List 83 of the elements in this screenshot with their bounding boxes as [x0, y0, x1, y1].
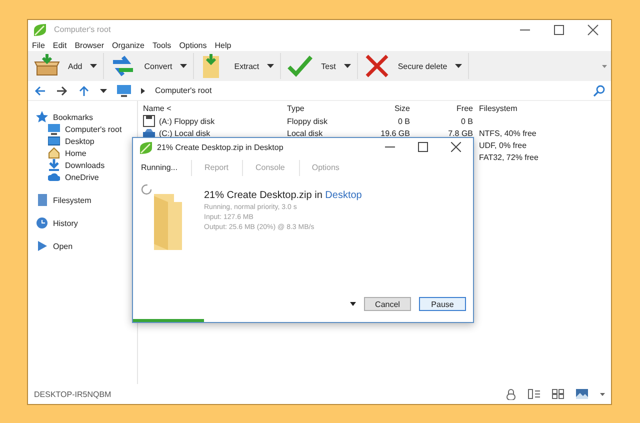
column-header[interactable]: Size	[344, 104, 413, 112]
sidebar-item[interactable]: Computer's root	[48, 123, 122, 135]
sidebar-item[interactable]: History	[36, 217, 78, 229]
close-icon[interactable]	[451, 142, 461, 152]
menu-item[interactable]: Browser	[74, 40, 104, 50]
sidebar-item[interactable]: Open	[36, 240, 73, 252]
file-name[interactable]: (A:) Floppy disk	[138, 115, 284, 127]
sidebar-item[interactable]: Downloads	[48, 159, 105, 171]
close-icon[interactable]	[587, 24, 599, 36]
sidebar-item[interactable]: Bookmarks	[36, 111, 94, 123]
menu-item[interactable]: Organize	[112, 40, 144, 50]
table-cell-text: 0 B	[396, 116, 411, 126]
chevron-icon	[141, 88, 145, 94]
table-cell-text: FAT32, 72% free	[478, 152, 540, 162]
sidebar-item[interactable]: Home	[48, 147, 86, 159]
dropdown-caret-icon[interactable]	[344, 64, 351, 68]
dropdown-caret-icon[interactable]	[455, 64, 462, 68]
picture-view-icon[interactable]	[576, 389, 588, 399]
clock-icon	[36, 217, 48, 229]
table-cell-text: NTFS, 40% free	[478, 128, 538, 138]
maximize-icon[interactable]	[418, 142, 428, 152]
forward-arrow-icon[interactable]	[56, 84, 68, 96]
cloud-icon	[48, 171, 60, 183]
checkmark-icon	[287, 53, 314, 79]
file-name[interactable]: (C:) Local disk	[138, 127, 284, 139]
sidebar-item[interactable]: Desktop	[48, 135, 94, 147]
cross-icon	[364, 53, 390, 79]
dropdown-caret-icon[interactable]	[90, 64, 98, 68]
details-view-icon[interactable]	[528, 389, 540, 399]
table-cell-text: 19.6 GB	[380, 128, 411, 138]
menu-item[interactable]: Options	[179, 40, 207, 50]
computer-icon	[117, 84, 131, 96]
table-cell-text: Floppy disk	[286, 116, 328, 126]
column-header[interactable]: Free	[413, 104, 476, 112]
breadcrumb-item[interactable]: Computer's root	[155, 86, 212, 95]
tiles-view-icon[interactable]	[552, 389, 564, 399]
house-icon	[48, 147, 60, 159]
toolbar-button[interactable]: Test	[285, 53, 338, 79]
play-icon	[36, 240, 48, 252]
up-arrow-icon[interactable]	[78, 84, 90, 96]
column-header[interactable]: Name <	[138, 104, 284, 112]
dialog-title: 21% Create Desktop.zip in Desktop	[157, 142, 284, 152]
spinner-icon	[141, 184, 152, 195]
lock-icon[interactable]	[506, 388, 516, 400]
dialog-button[interactable]: Cancel	[364, 297, 411, 311]
app-logo-icon	[138, 140, 152, 154]
dropdown-caret-icon[interactable]	[267, 64, 274, 68]
toolbar-button[interactable]: Add	[32, 53, 84, 79]
drive-icon	[36, 194, 48, 206]
sidebar-item[interactable]: OneDrive	[48, 171, 99, 183]
window-title: Computer's root	[54, 25, 111, 34]
toolbar-button[interactable]: Extract	[198, 53, 262, 79]
dropdown-caret-icon[interactable]	[350, 302, 356, 306]
table-cell-text: 0 B	[460, 116, 474, 126]
download-icon	[48, 159, 60, 171]
folder-icon	[154, 194, 182, 250]
menu-item[interactable]: Tools	[152, 40, 172, 50]
dropdown-caret-icon[interactable]	[180, 64, 188, 68]
column-header[interactable]: Filesystem	[476, 104, 556, 112]
table-cell-text: 7.8 GB	[447, 128, 474, 138]
toolbar-overflow-icon[interactable]	[602, 64, 607, 68]
task-heading: 21% Create Desktop.zip in Desktop	[204, 190, 362, 201]
toolbar-button[interactable]: Convert	[108, 53, 174, 79]
maximize-icon[interactable]	[553, 24, 565, 36]
menu-item[interactable]: Help	[214, 40, 232, 50]
status-text: DESKTOP-IR5NQBM	[34, 390, 112, 398]
column-header[interactable]: Type	[284, 104, 344, 112]
dialog-button[interactable]: Pause	[419, 297, 466, 311]
toolbar-button[interactable]: Secure delete	[362, 53, 450, 79]
table-cell-text: Local disk	[286, 128, 324, 138]
tab[interactable]: Running...	[137, 160, 192, 176]
desktop-icon	[48, 135, 60, 147]
menu-item[interactable]: File	[32, 40, 45, 50]
sidebar-item[interactable]: Filesystem	[36, 194, 92, 206]
star-icon	[36, 111, 48, 123]
app-logo-icon	[32, 22, 48, 38]
destination-link[interactable]: Desktop	[325, 190, 362, 201]
dropdown-caret-icon[interactable]	[100, 88, 107, 92]
search-icon[interactable]	[593, 84, 605, 96]
table-cell-text: UDF, 0% free	[478, 140, 528, 150]
back-arrow-icon[interactable]	[34, 84, 46, 96]
menu-item[interactable]: Edit	[52, 40, 67, 50]
computer-icon	[48, 123, 60, 135]
